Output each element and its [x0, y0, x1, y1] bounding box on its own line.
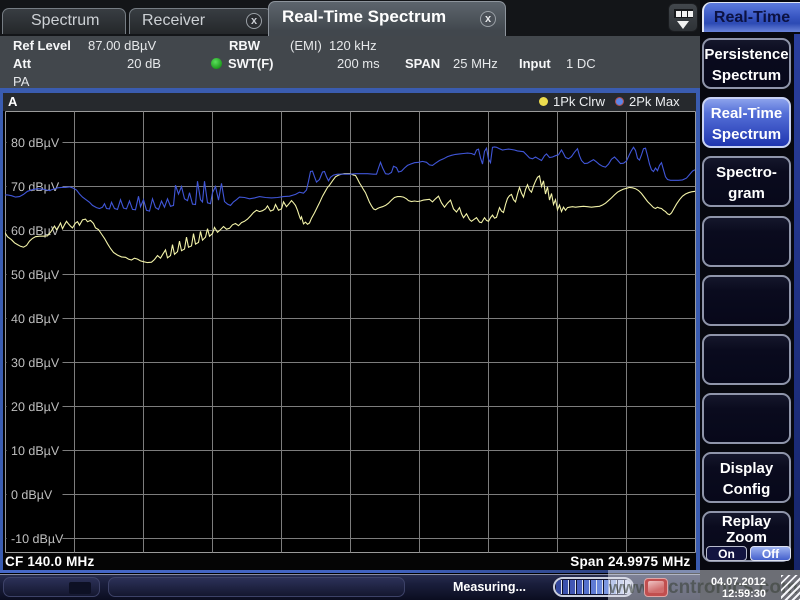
- svg-text:10 dBµV: 10 dBµV: [11, 444, 60, 458]
- svg-text:30 dBµV: 30 dBµV: [11, 356, 60, 370]
- svg-text:50 dBµV: 50 dBµV: [11, 268, 60, 282]
- svg-text:0 dBµV: 0 dBµV: [11, 488, 53, 502]
- svg-text:80 dBµV: 80 dBµV: [11, 136, 60, 150]
- svg-text:60 dBµV: 60 dBµV: [11, 224, 60, 238]
- svg-text:20 dBµV: 20 dBµV: [11, 400, 60, 414]
- svg-text:70 dBµV: 70 dBµV: [11, 180, 60, 194]
- svg-text:40 dBµV: 40 dBµV: [11, 312, 60, 326]
- svg-text:-10 dBµV: -10 dBµV: [11, 532, 64, 546]
